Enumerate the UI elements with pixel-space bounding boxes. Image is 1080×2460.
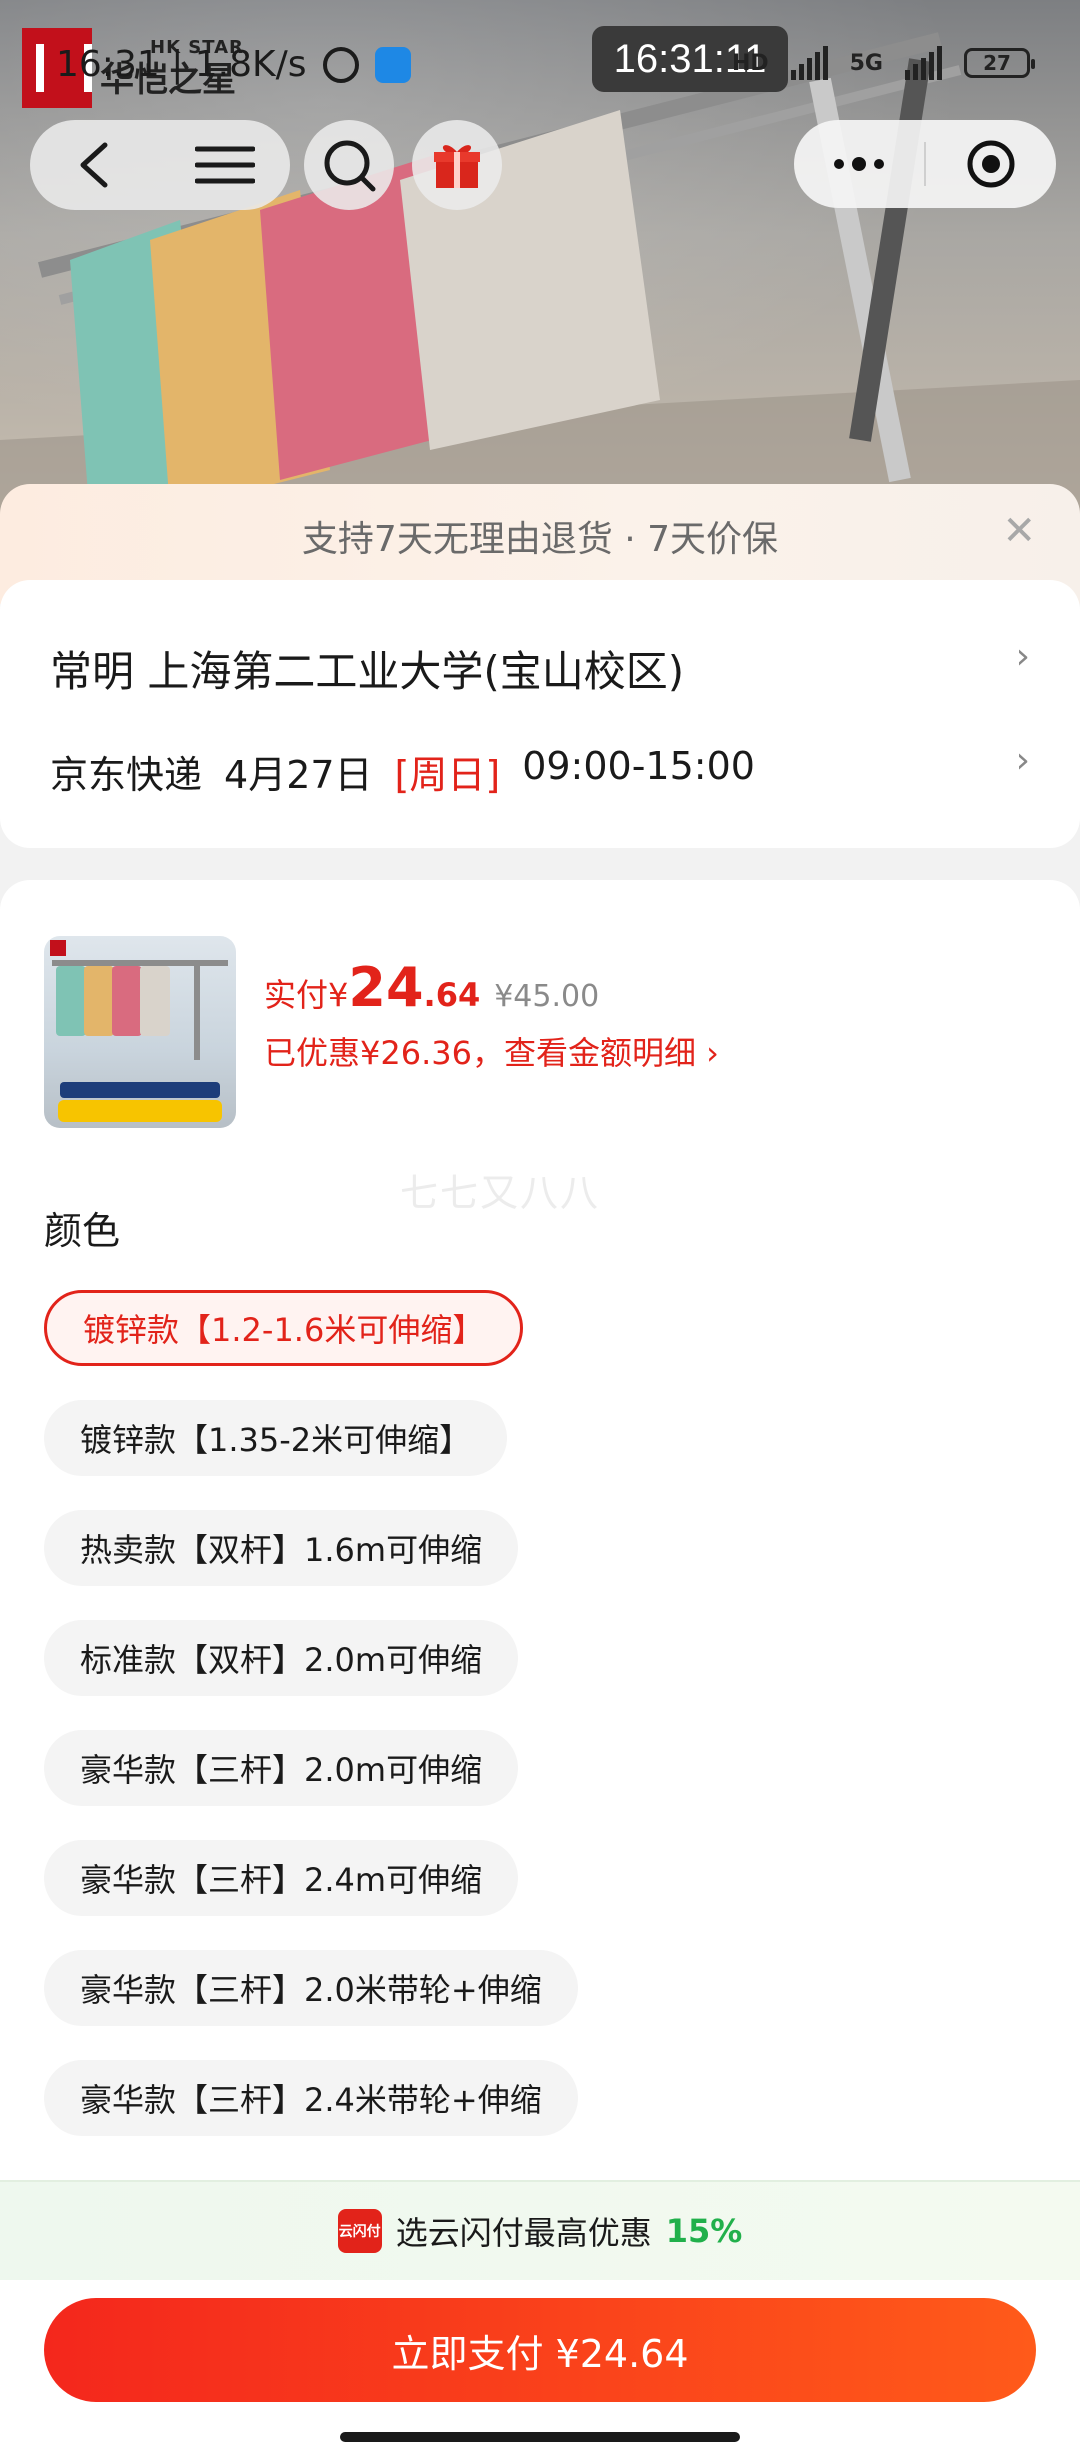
status-bar-left: 16:31 | 1.8K/s <box>56 44 411 85</box>
color-option[interactable]: 标准款【双杆】2.0m可伸缩 <box>44 1620 519 1696</box>
product-card: 实付¥ 24 .64 ¥45.00 已优惠¥26.36，查看金额明细 › 七七又… <box>0 880 1080 2180</box>
original-price: ¥45.00 <box>494 979 600 1014</box>
thumb-cloth <box>140 966 170 1036</box>
price-decimal: .64 <box>423 976 481 1014</box>
price-line: 实付¥ 24 .64 ¥45.00 <box>264 956 599 1019</box>
nav-pill <box>30 120 290 210</box>
thumb-banner-yellow <box>58 1100 222 1122</box>
app-notification-icon <box>374 46 411 83</box>
5g-indicator: 5G <box>849 50 883 76</box>
more-dots-icon <box>834 157 884 171</box>
hamburger-icon <box>195 146 255 184</box>
color-option[interactable]: 豪华款【三杆】2.0米带轮+伸缩 <box>44 1950 578 2026</box>
delivery-date: 4月27日 <box>224 753 373 797</box>
service-promise-text: 支持7天无理由退货 · 7天价保 <box>301 519 779 560</box>
thumb-logo <box>50 940 66 956</box>
back-arrow-icon <box>80 142 108 188</box>
color-option[interactable]: 豪华款【三杆】2.4米带轮+伸缩 <box>44 2060 578 2136</box>
shipping-info[interactable]: 京东快递 4月27日 [周日] 09:00-15:00 <box>50 744 755 799</box>
delivery-time: 09:00-15:00 <box>522 744 755 788</box>
chevron-right-icon[interactable]: › <box>1016 740 1030 781</box>
hd-indicator: HD <box>731 50 769 76</box>
color-option[interactable]: 豪华款【三杆】2.4m可伸缩 <box>44 1840 519 1916</box>
search-icon <box>324 140 376 192</box>
status-bar-right: HD 5G 27 <box>731 46 1035 80</box>
signal-icon <box>790 46 828 80</box>
color-option[interactable]: 镀锌款【1.35-2米可伸缩】 <box>44 1400 508 1476</box>
color-section-label: 颜色 <box>44 1209 121 1253</box>
delivery-weekday: [周日] <box>394 753 501 797</box>
watermark: 七七又八八 <box>400 1171 601 1215</box>
thumb-rack-leg <box>194 960 200 1060</box>
alarm-icon <box>322 46 359 83</box>
thumb-cloth <box>56 966 86 1036</box>
thumb-banner <box>60 1082 220 1098</box>
gift-icon <box>434 145 480 188</box>
more-button[interactable] <box>794 120 924 208</box>
status-speed: 16:31 | 1.8K/s <box>56 44 307 85</box>
back-button[interactable] <box>50 120 140 210</box>
mini-program-capsule <box>794 120 1056 208</box>
color-option-selected[interactable]: 镀锌款【1.2-1.6米可伸缩】 <box>44 1290 524 1366</box>
thumb-cloth <box>112 966 142 1036</box>
carrier-name: 京东快递 <box>50 753 203 797</box>
unionpay-icon: 云闪付 <box>337 2209 382 2253</box>
chevron-right-icon[interactable]: › <box>1016 636 1030 677</box>
payment-promo-text: 选云闪付最高优惠 <box>395 2214 652 2252</box>
price-integer: 24 <box>348 956 424 1019</box>
delivery-address[interactable]: 常明 上海第二工业大学(宝山校区) <box>50 638 684 699</box>
target-icon <box>967 140 1015 188</box>
discount-detail-link[interactable]: 已优惠¥26.36，查看金额明细 › <box>264 1028 719 1074</box>
payment-promo-bar[interactable]: 云闪付 选云闪付最高优惠 15% <box>0 2180 1080 2280</box>
battery-icon: 27 <box>964 48 1035 78</box>
price-prefix: 实付¥ <box>264 976 349 1014</box>
home-indicator[interactable] <box>340 2432 740 2442</box>
thumb-cloth <box>84 966 114 1036</box>
close-program-button[interactable] <box>926 120 1056 208</box>
color-option[interactable]: 豪华款【三杆】2.0m可伸缩 <box>44 1730 519 1806</box>
search-button[interactable] <box>304 120 394 210</box>
pay-area: 立即支付 ¥24.64 <box>0 2280 1080 2460</box>
address-card: 常明 上海第二工业大学(宝山校区) › 京东快递 4月27日 [周日] 09:0… <box>0 580 1080 848</box>
pay-now-button[interactable]: 立即支付 ¥24.64 <box>44 2298 1036 2402</box>
battery-level: 27 <box>983 51 1011 75</box>
menu-button[interactable] <box>180 120 270 210</box>
close-icon[interactable]: ✕ <box>1002 508 1036 554</box>
signal-icon-2 <box>905 46 942 80</box>
product-thumbnail[interactable] <box>44 936 236 1128</box>
payment-promo-percent: 15% <box>665 2212 743 2250</box>
gift-button[interactable] <box>412 120 502 210</box>
color-option[interactable]: 热卖款【双杆】1.6m可伸缩 <box>44 1510 519 1586</box>
